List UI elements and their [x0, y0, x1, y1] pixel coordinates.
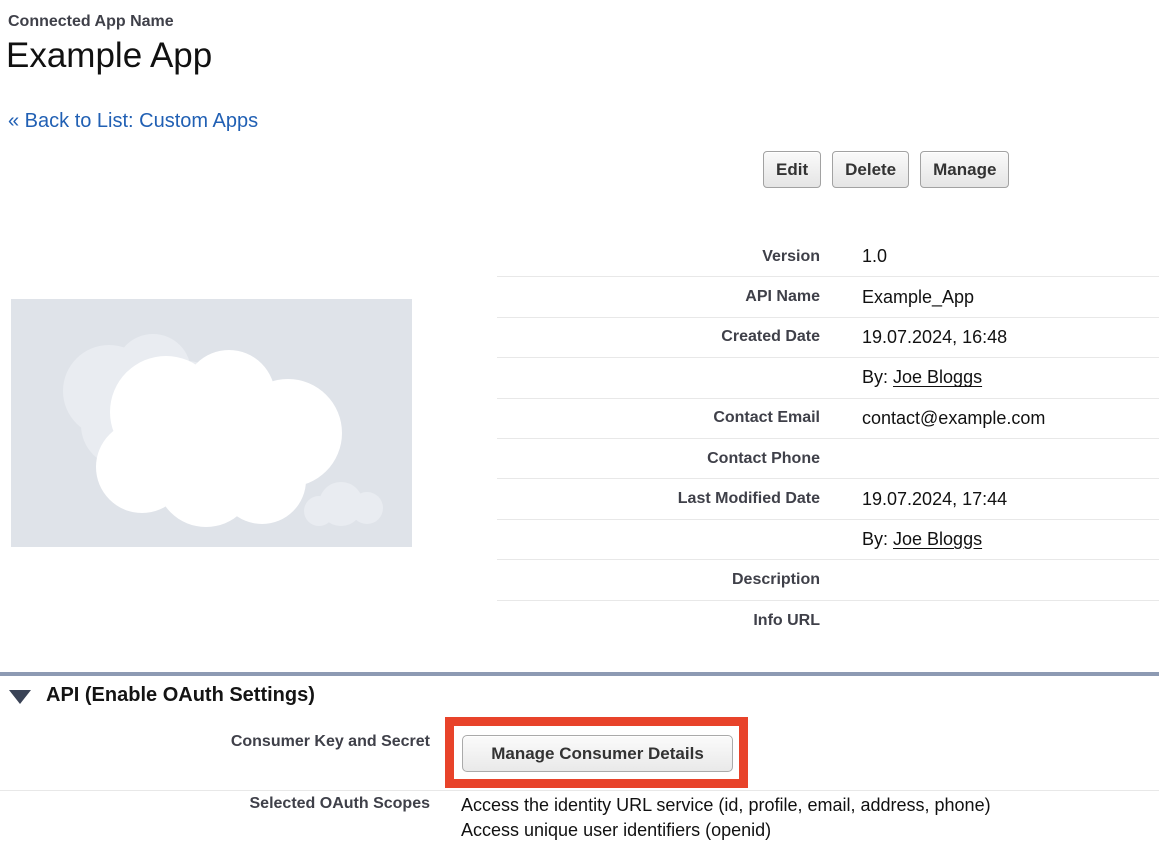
user-link[interactable]: Joe Bloggs: [893, 367, 982, 387]
field-value: contact@example.com: [862, 408, 1045, 429]
selected-oauth-scopes-label: Selected OAuth Scopes: [0, 795, 430, 813]
user-link[interactable]: Joe Bloggs: [893, 529, 982, 549]
detail-row: API Name Example_App: [497, 277, 1159, 317]
detail-row: Description: [497, 560, 1159, 600]
detail-row: Last Modified Date 19.07.2024, 17:44: [497, 479, 1159, 519]
back-to-list-link[interactable]: « Back to List: Custom Apps: [8, 110, 258, 133]
manage-consumer-details-button[interactable]: Manage Consumer Details: [462, 735, 733, 772]
field-value: By: Joe Bloggs: [862, 529, 982, 550]
toolbar: Edit Delete Manage: [763, 151, 1009, 188]
field-label: Version: [497, 248, 820, 266]
field-label: Contact Phone: [497, 450, 820, 468]
detail-row: Created Date 19.07.2024, 16:48: [497, 318, 1159, 358]
section-divider-bar: [0, 672, 1159, 676]
detail-row: By: Joe Bloggs: [497, 520, 1159, 560]
entity-label: Connected App Name: [8, 13, 174, 31]
row-divider: [0, 790, 1159, 791]
collapse-triangle-icon[interactable]: [9, 690, 31, 704]
detail-row: Info URL: [497, 601, 1159, 641]
oauth-section-header: API (Enable OAuth Settings): [9, 684, 315, 707]
field-label: API Name: [497, 288, 820, 306]
field-value: Example_App: [862, 287, 974, 308]
page-title: Example App: [6, 36, 212, 76]
oauth-scope: Access the identity URL service (id, pro…: [461, 793, 991, 818]
field-value: By: Joe Bloggs: [862, 367, 982, 388]
field-label: Last Modified Date: [497, 490, 820, 508]
detail-row: Contact Phone: [497, 439, 1159, 479]
oauth-section-title: API (Enable OAuth Settings): [46, 684, 315, 707]
field-label: Description: [497, 571, 820, 589]
consumer-key-secret-label: Consumer Key and Secret: [0, 733, 430, 751]
delete-button[interactable]: Delete: [832, 151, 909, 188]
detail-row: Contact Email contact@example.com: [497, 399, 1159, 439]
oauth-scope: Access unique user identifiers (openid): [461, 818, 991, 843]
detail-table: Version 1.0 API Name Example_App Created Dat…: [497, 237, 1159, 641]
field-label: Created Date: [497, 328, 820, 346]
field-label: Info URL: [497, 612, 820, 630]
detail-row: Version 1.0: [497, 237, 1159, 277]
oauth-scopes-values: Access the identity URL service (id, pro…: [461, 793, 991, 843]
edit-button[interactable]: Edit: [763, 151, 821, 188]
field-value: 19.07.2024, 16:48: [862, 327, 1007, 348]
field-value: 19.07.2024, 17:44: [862, 489, 1007, 510]
field-value: 1.0: [862, 246, 887, 267]
manage-button[interactable]: Manage: [920, 151, 1009, 188]
annotation-highlight-box: Manage Consumer Details: [445, 717, 748, 788]
field-label: Contact Email: [497, 409, 820, 427]
cloud-illustration: [11, 299, 412, 547]
detail-row: By: Joe Bloggs: [497, 358, 1159, 398]
